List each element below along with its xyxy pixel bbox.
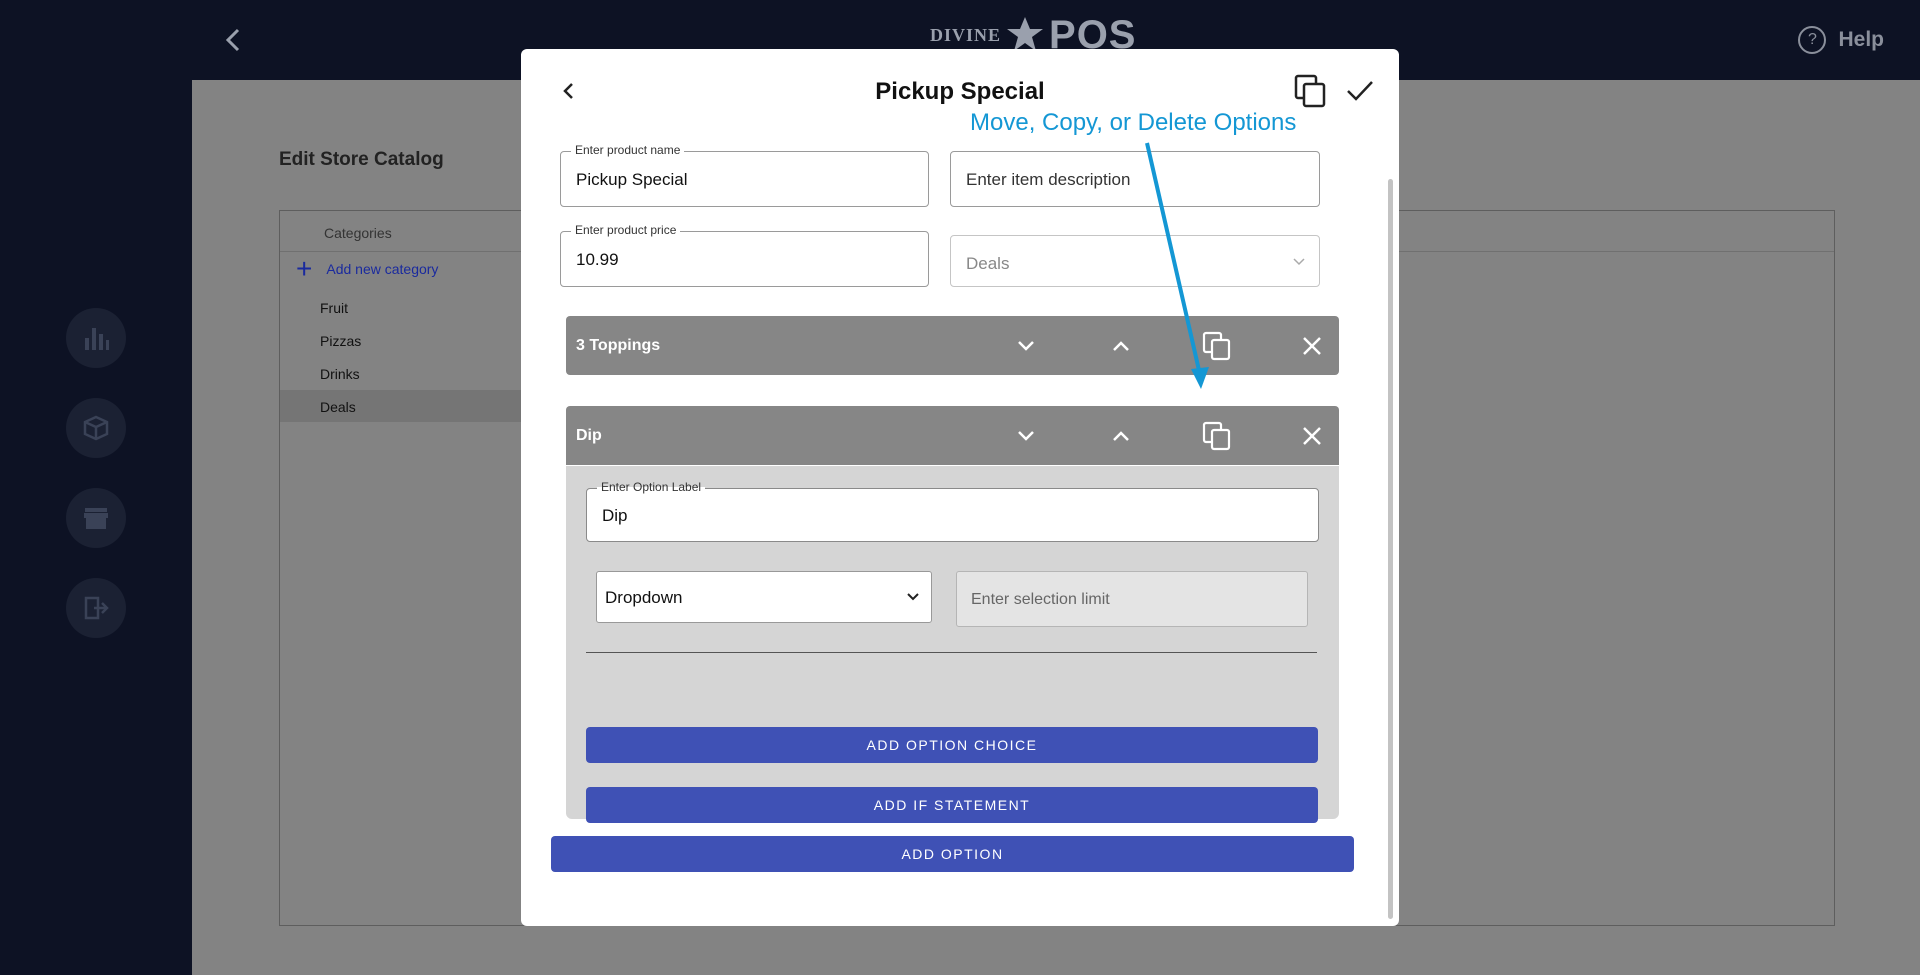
- annotation-arrow: [1145, 142, 1209, 389]
- help-icon: ?: [1798, 26, 1827, 54]
- box-icon: [83, 415, 109, 441]
- category-item[interactable]: Fruit: [280, 291, 525, 323]
- plus-icon: +: [296, 253, 313, 284]
- category-item-active[interactable]: Deals: [280, 390, 525, 422]
- add-category-label: Add new category: [326, 261, 439, 277]
- page-title: Edit Store Catalog: [279, 149, 444, 170]
- nav-logout[interactable]: [66, 578, 126, 638]
- help-button[interactable]: ? Help: [1798, 26, 1884, 54]
- add-category-button[interactable]: + Add new category: [296, 253, 439, 284]
- nav-store[interactable]: [66, 488, 126, 548]
- store-icon: [84, 508, 108, 529]
- nav-analytics[interactable]: [66, 308, 126, 368]
- bar-chart-icon: [85, 328, 109, 350]
- nav-catalog[interactable]: [66, 398, 126, 458]
- help-label: Help: [1838, 28, 1884, 51]
- logout-icon: [84, 596, 109, 620]
- category-item[interactable]: Drinks: [280, 357, 525, 389]
- edit-product-modal: Pickup Special Move, Copy, or Delete Opt…: [521, 49, 1399, 926]
- category-item[interactable]: Pizzas: [280, 324, 525, 356]
- back-arrow-icon[interactable]: [218, 22, 250, 58]
